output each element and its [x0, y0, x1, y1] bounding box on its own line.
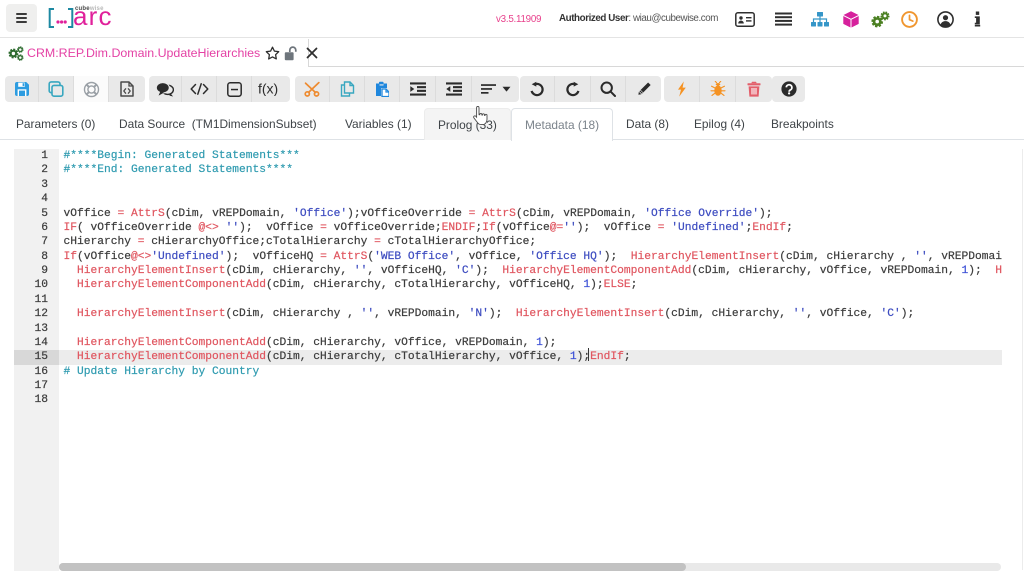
svg-text:f(x): f(x) [258, 82, 278, 96]
